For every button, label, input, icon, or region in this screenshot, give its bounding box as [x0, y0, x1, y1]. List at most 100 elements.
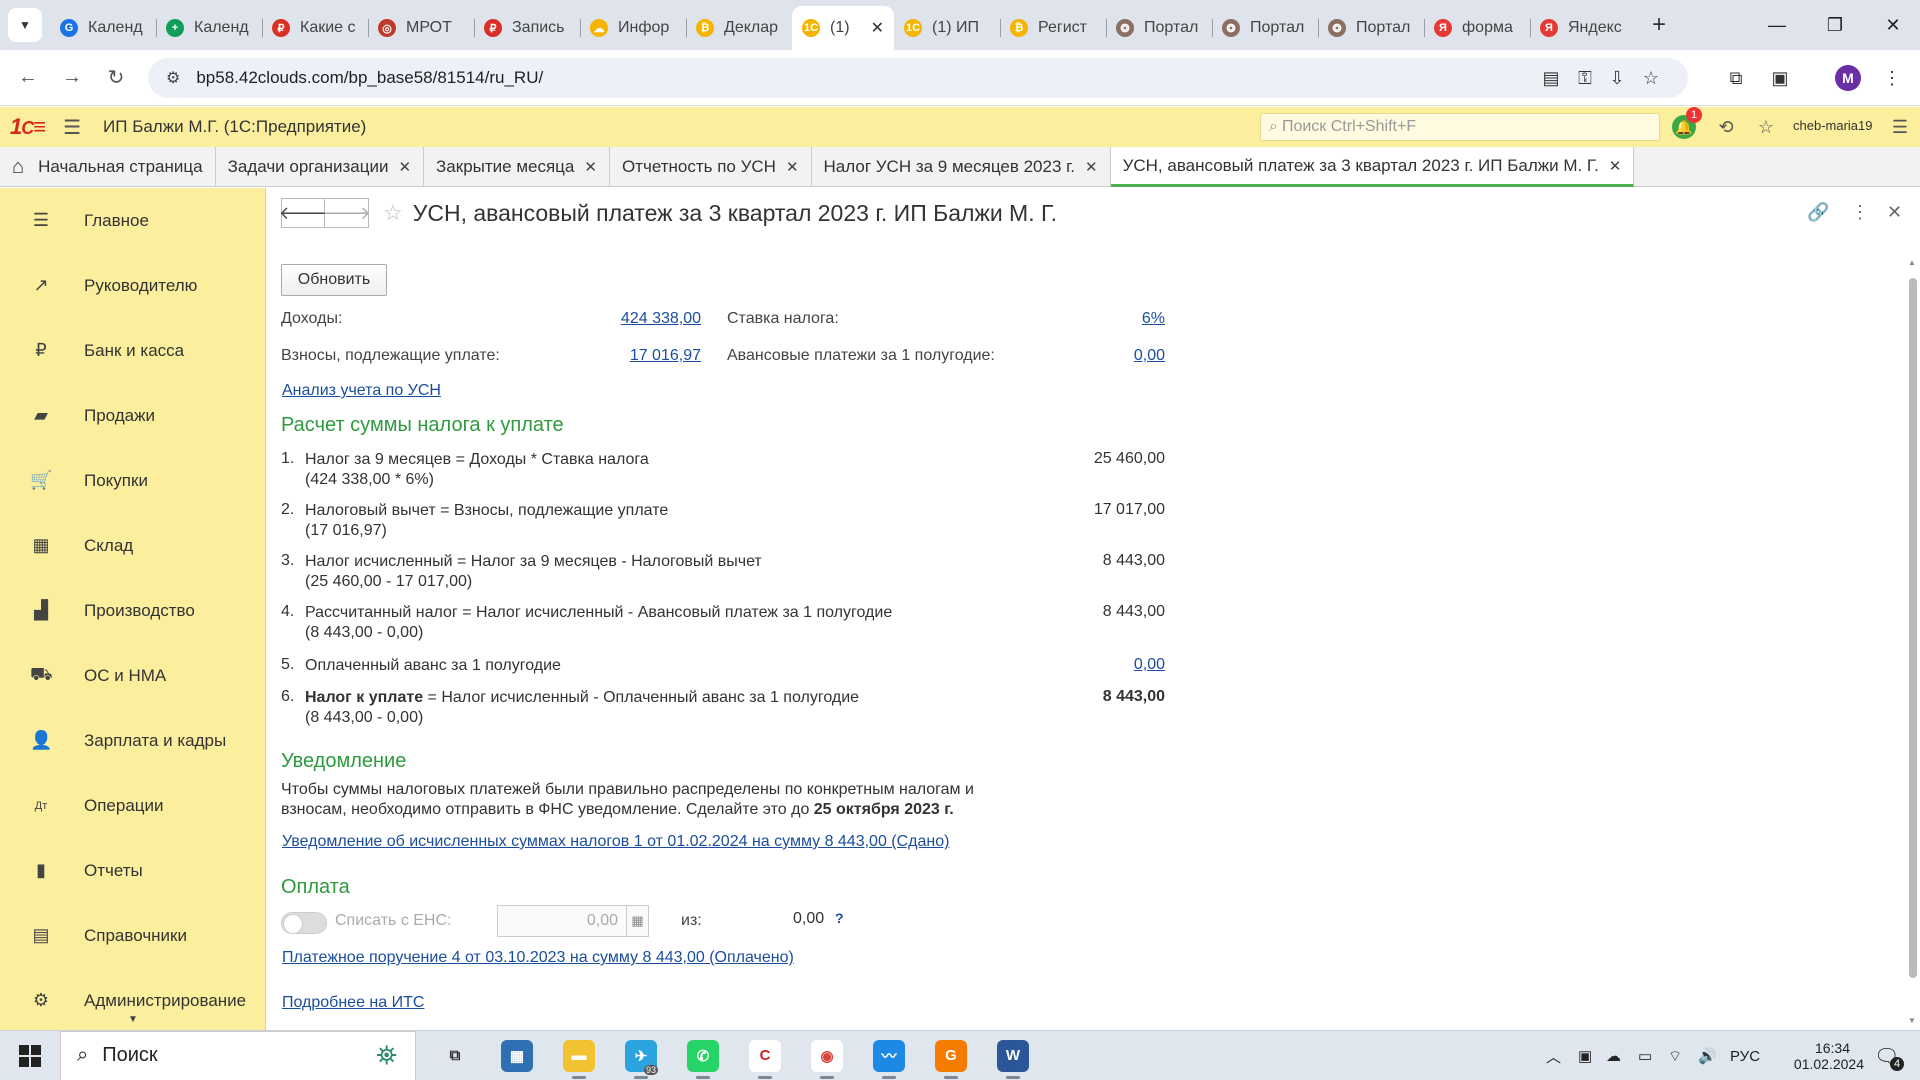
close-tab-icon[interactable]: ✕: [398, 158, 411, 176]
scrollbar-thumb[interactable]: [1909, 278, 1917, 978]
close-tab-icon[interactable]: ✕: [1085, 158, 1098, 176]
browser-tab[interactable]: ₽ Какие с: [262, 10, 368, 46]
ens-toggle[interactable]: [281, 912, 327, 934]
close-tab-icon[interactable]: ✕: [786, 158, 799, 176]
taskbar-app-task-view[interactable]: ⧉: [424, 1031, 486, 1080]
advance-payments-value-link[interactable]: 0,00: [1027, 347, 1165, 365]
avatar[interactable]: M: [1832, 62, 1864, 94]
start-button[interactable]: [0, 1031, 60, 1080]
sidebar-item[interactable]: 👤 Зарплата и кадры: [0, 708, 265, 773]
language-indicator[interactable]: РУС: [1730, 1031, 1760, 1080]
taskbar-app-explorer[interactable]: ▬: [548, 1031, 610, 1080]
its-more-link[interactable]: Подробнее на ИТС: [282, 994, 424, 1012]
scroll-down-icon[interactable]: ▼: [1908, 1016, 1916, 1025]
back-arrow-button[interactable]: 🡐: [279, 198, 327, 228]
browser-tab[interactable]: ₽ Запись: [474, 10, 580, 46]
sidebar-item[interactable]: ☰ Главное: [0, 188, 265, 253]
sidebar-item[interactable]: Дт Операции: [0, 773, 265, 838]
browser-tab[interactable]: ₿ Деклар: [686, 10, 792, 46]
close-form-icon[interactable]: ✕: [1887, 202, 1902, 223]
browser-tab[interactable]: ❂ Портал: [1318, 10, 1424, 46]
link-icon[interactable]: 🔗: [1807, 202, 1829, 223]
sidebar-item[interactable]: ↗ Руководителю: [0, 253, 265, 318]
notification-center-icon[interactable]: 🗨 4: [1874, 1031, 1904, 1080]
minimize-button[interactable]: —: [1748, 0, 1806, 50]
battery-icon[interactable]: ▭: [1638, 1031, 1652, 1080]
taskbar-app-whatsapp[interactable]: ✆: [672, 1031, 734, 1080]
section-tab[interactable]: Отчетность по УСН ✕: [610, 147, 812, 187]
usn-analysis-link[interactable]: Анализ учета по УСН: [282, 382, 441, 400]
main-menu-icon[interactable]: ☰: [63, 115, 81, 140]
forward-arrow-button[interactable]: 🡒: [322, 198, 371, 228]
browser-tab[interactable]: Яформа: [1424, 10, 1530, 46]
sidebar-item[interactable]: 🛒 Покупки: [0, 448, 265, 513]
browser-tab[interactable]: 1С (1) ИП: [894, 10, 1000, 46]
omnibox[interactable]: ⚙ bp58.42clouds.com/bp_base58/81514/ru_R…: [148, 58, 1688, 98]
browser-tab[interactable]: 1С (1) ✕: [792, 6, 894, 50]
clipboard-icon[interactable]: ▤: [1534, 58, 1568, 98]
browser-tab[interactable]: Я Яндекс: [1530, 10, 1636, 46]
sidebar-item[interactable]: ▟ Производство: [0, 578, 265, 643]
network-icon[interactable]: ⌔: [1668, 1031, 1682, 1080]
scroll-up-icon[interactable]: ▲: [1908, 258, 1916, 267]
taskbar-app-telegram[interactable]: ✈ 93: [610, 1031, 672, 1080]
chrome-menu-icon[interactable]: ⋮: [1876, 62, 1908, 94]
settings-menu-icon[interactable]: ☰: [1886, 113, 1914, 141]
ens-amount-input[interactable]: 0,00 ▦: [497, 905, 649, 937]
site-info-icon[interactable]: ⚙: [166, 68, 180, 88]
reload-button[interactable]: ↻: [96, 65, 136, 90]
more-menu-icon[interactable]: ⋮: [1851, 202, 1869, 223]
maximize-button[interactable]: ❐: [1806, 0, 1864, 50]
paid-advance-link[interactable]: 0,00: [965, 656, 1165, 674]
onedrive-icon[interactable]: ☁: [1606, 1031, 1621, 1080]
section-tab[interactable]: УСН, авансовый платеж за 3 квартал 2023 …: [1110, 147, 1635, 187]
sidebar-item[interactable]: ▰ Продажи: [0, 383, 265, 448]
taskbar-app-pdf-app[interactable]: G: [920, 1031, 982, 1080]
calculator-icon[interactable]: ▦: [626, 906, 648, 936]
browser-tab[interactable]: ₿ Регист: [1000, 10, 1106, 46]
clock[interactable]: 16:34 01.02.2024: [1794, 1031, 1864, 1080]
section-tab[interactable]: Налог УСН за 9 месяцев 2023 г. ✕: [812, 147, 1111, 187]
history-icon[interactable]: ⟲: [1712, 113, 1740, 141]
sidebar-item[interactable]: ▦ Склад: [0, 513, 265, 578]
sidebar-item[interactable]: ▤ Справочники: [0, 903, 265, 968]
show-hidden-icons[interactable]: ︿: [1546, 1031, 1561, 1080]
notifications-icon[interactable]: 🔔 1: [1670, 107, 1702, 141]
taskbar-search[interactable]: ⌕ Поиск ⛯: [60, 1030, 416, 1080]
sidebar-item[interactable]: ▮ Отчеты: [0, 838, 265, 903]
taskbar-app-app-wave[interactable]: 〰: [858, 1031, 920, 1080]
url-text[interactable]: bp58.42clouds.com/bp_base58/81514/ru_RU/: [196, 68, 543, 88]
meet-icon[interactable]: ▣: [1578, 1031, 1592, 1080]
taskbar-app-calculator[interactable]: ▦: [486, 1031, 548, 1080]
tab-search-dropdown[interactable]: ▼: [8, 8, 42, 42]
sidebar-item[interactable]: ⛟ ОС и НМА: [0, 643, 265, 708]
favorite-star-icon[interactable]: ☆: [383, 200, 403, 226]
notice-document-link[interactable]: Уведомление об исчисленных суммах налого…: [282, 833, 949, 851]
favorites-star-icon[interactable]: ☆: [1752, 113, 1780, 141]
tax-rate-value-link[interactable]: 6%: [1027, 310, 1165, 328]
section-tab[interactable]: Задачи организации ✕: [216, 147, 425, 187]
taskbar-app-chrome[interactable]: ◉: [796, 1031, 858, 1080]
taskbar-app-app-c[interactable]: C: [734, 1031, 796, 1080]
close-tab-icon[interactable]: ✕: [1609, 157, 1622, 175]
volume-icon[interactable]: 🔊: [1698, 1031, 1717, 1080]
new-tab-button[interactable]: +: [1642, 11, 1676, 39]
close-tab-icon[interactable]: ✕: [584, 158, 597, 176]
sidebar-scroll-down-icon[interactable]: ▼: [0, 1014, 265, 1030]
side-panel-icon[interactable]: ▣: [1764, 62, 1796, 94]
browser-tab[interactable]: ❂ Портал: [1106, 10, 1212, 46]
forward-button[interactable]: →: [52, 66, 92, 89]
taskbar-app-word[interactable]: W: [982, 1031, 1044, 1080]
help-icon[interactable]: ?: [835, 910, 844, 926]
browser-tab[interactable]: ◎ МРОТ: [368, 10, 474, 46]
payment-order-link[interactable]: Платежное поручение 4 от 03.10.2023 на с…: [282, 949, 794, 967]
user-name[interactable]: cheb-maria19: [1793, 118, 1873, 133]
key-icon[interactable]: ⚿: [1568, 58, 1602, 98]
bookmark-star-icon[interactable]: ☆: [1634, 58, 1668, 98]
install-icon[interactable]: ⇩: [1600, 58, 1634, 98]
browser-tab[interactable]: G Календ: [50, 10, 156, 46]
close-tab-icon[interactable]: ✕: [871, 18, 884, 38]
refresh-button[interactable]: Обновить: [281, 264, 387, 296]
income-value-link[interactable]: 424 338,00: [517, 310, 701, 328]
extensions-icon[interactable]: ⧉: [1720, 62, 1752, 94]
